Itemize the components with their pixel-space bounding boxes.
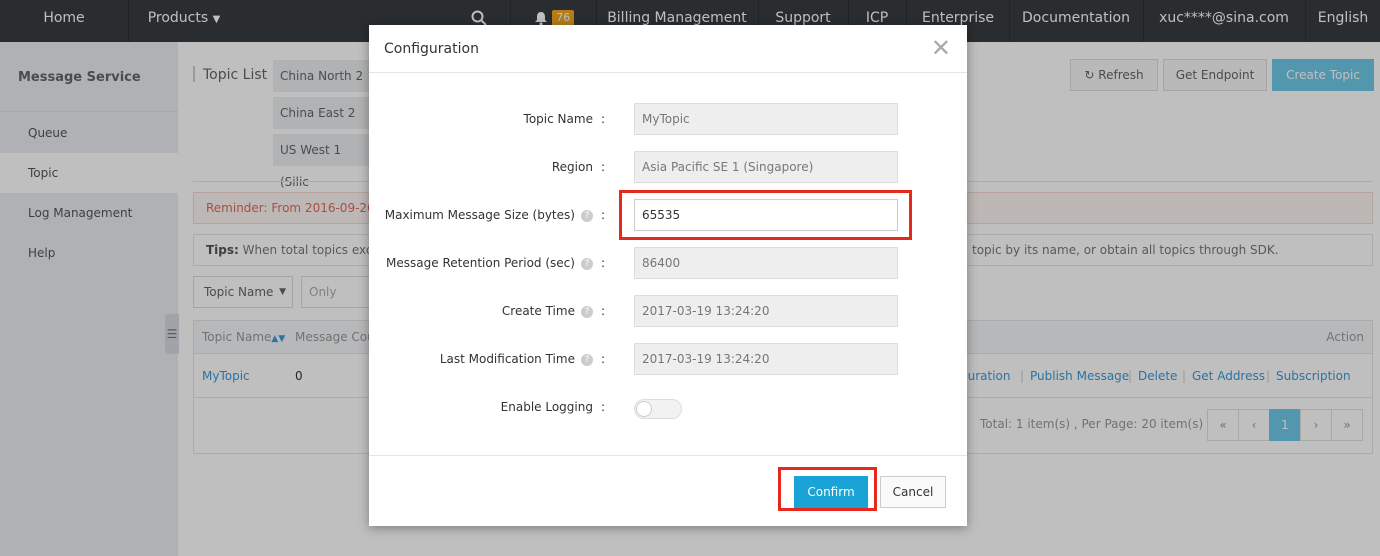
topic-name-label: Topic Name: — [523, 112, 605, 126]
region-field: Asia Pacific SE 1 (Singapore) — [634, 151, 898, 183]
region-label: Region: — [551, 160, 605, 174]
last-modification-time-label: Last Modification Time?: — [439, 352, 605, 366]
help-icon[interactable]: ? — [580, 305, 593, 318]
enable-logging-toggle[interactable] — [634, 399, 682, 419]
dialog-title: Configuration — [369, 25, 967, 73]
help-icon[interactable]: ? — [580, 257, 593, 270]
highlight-max-message-size — [619, 190, 912, 240]
configuration-dialog: Configuration ✕ Topic Name: MyTopic Regi… — [369, 25, 967, 526]
help-icon[interactable]: ? — [580, 209, 593, 222]
toggle-knob — [636, 401, 652, 417]
create-time-field: 2017-03-19 13:24:20 — [634, 295, 898, 327]
topic-name-field: MyTopic — [634, 103, 898, 135]
last-modification-time-field: 2017-03-19 13:24:20 — [634, 343, 898, 375]
close-icon[interactable]: ✕ — [931, 35, 951, 61]
retention-period-label: Message Retention Period (sec)?: — [386, 256, 605, 270]
max-message-size-label: Maximum Message Size (bytes)?: — [384, 208, 605, 222]
help-icon[interactable]: ? — [580, 353, 593, 366]
retention-period-field: 86400 — [634, 247, 898, 279]
dialog-footer-divider — [369, 455, 967, 456]
cancel-button[interactable]: Cancel — [880, 476, 946, 508]
create-time-label: Create Time?: — [501, 304, 605, 318]
enable-logging-label: Enable Logging: — [500, 400, 605, 414]
highlight-confirm-button — [778, 467, 877, 511]
